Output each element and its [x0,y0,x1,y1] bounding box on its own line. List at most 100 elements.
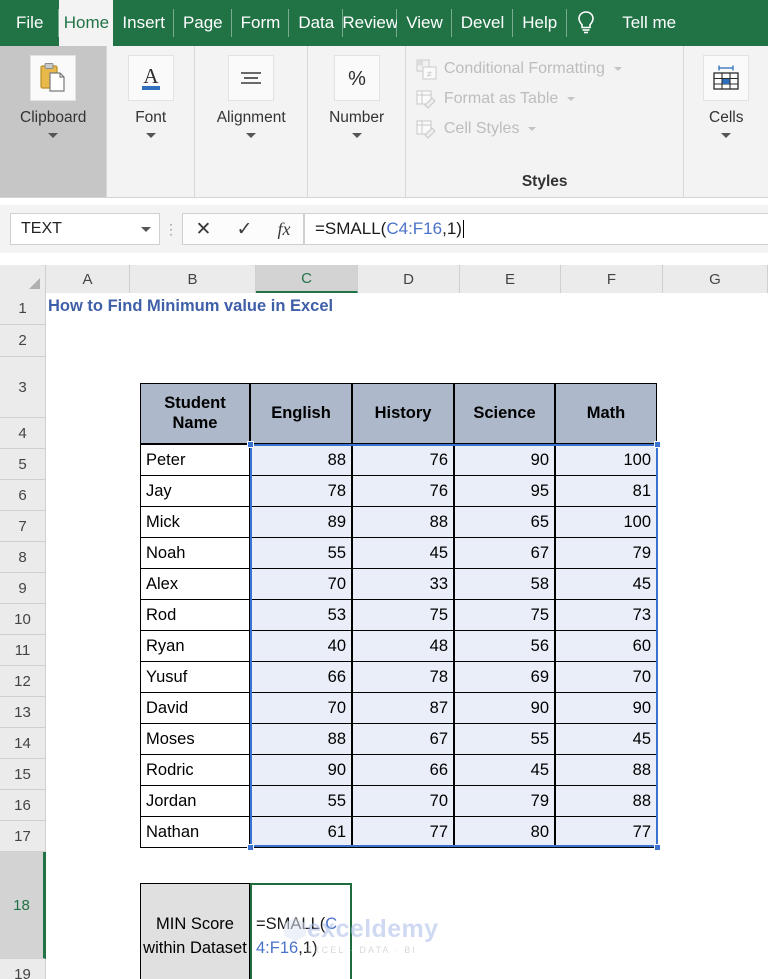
selection-handle-bottom-right[interactable] [654,844,661,851]
select-all-corner[interactable] [0,265,46,293]
row-header-11[interactable]: 11 [0,635,46,666]
table-cell-student-name[interactable]: Rodric [140,754,250,786]
table-cell-score[interactable]: 66 [250,661,352,693]
table-cell-score[interactable]: 58 [454,568,555,600]
selection-handle-top-right[interactable] [654,441,661,448]
table-cell-score[interactable]: 90 [250,754,352,786]
row-header-7[interactable]: 7 [0,511,46,542]
table-cell-student-name[interactable]: Jordan [140,785,250,817]
table-cell-score[interactable]: 65 [454,506,555,538]
table-cell-score[interactable]: 90 [454,444,555,476]
row-header-9[interactable]: 9 [0,573,46,604]
row-header-6[interactable]: 6 [0,480,46,511]
table-cell-score[interactable]: 88 [250,723,352,755]
row-header-8[interactable]: 8 [0,542,46,573]
table-cell-score[interactable]: 90 [555,692,657,724]
ribbon-group-cells[interactable]: Cells [684,46,768,197]
table-cell-score[interactable]: 79 [555,537,657,569]
row-header-14[interactable]: 14 [0,728,46,759]
table-cell-student-name[interactable]: Nathan [140,816,250,848]
table-cell-score[interactable]: 100 [555,444,657,476]
column-header-f[interactable]: F [561,265,663,293]
table-cell-score[interactable]: 70 [250,692,352,724]
chevron-down-icon[interactable] [145,133,156,138]
table-cell-score[interactable]: 95 [454,475,555,507]
table-cell-student-name[interactable]: Ryan [140,630,250,662]
table-cell-score[interactable]: 56 [454,630,555,662]
ribbon-tab-developer[interactable]: Devel [452,0,514,46]
table-header-science[interactable]: Science [454,383,555,444]
ribbon-tab-insert[interactable]: Insert [113,0,174,46]
ribbon-tab-formulas[interactable]: Form [232,0,290,46]
name-box[interactable]: TEXT [10,213,160,245]
fx-icon[interactable]: fx [277,219,290,240]
formula-input[interactable]: =SMALL(C4:F16,1) [304,213,768,245]
lightbulb-icon[interactable] [566,0,606,46]
cell-c18-active[interactable]: =SMALL(C4:F16,1) [250,883,352,979]
chevron-down-icon[interactable] [351,133,362,138]
table-cell-score[interactable]: 78 [250,475,352,507]
table-cell-score[interactable]: 55 [250,785,352,817]
row-header-1[interactable]: 1 [0,293,46,325]
chevron-down-icon[interactable] [141,226,151,232]
chevron-down-icon[interactable] [567,97,576,101]
format-as-table-button[interactable]: Format as Table [416,84,576,114]
ribbon-tab-page-layout[interactable]: Page [174,0,232,46]
cell-styles-button[interactable]: Cell Styles [416,114,537,144]
ribbon-tab-review[interactable]: Review [343,0,398,46]
table-cell-score[interactable]: 81 [555,475,657,507]
table-cell-student-name[interactable]: Moses [140,723,250,755]
table-cell-score[interactable]: 75 [352,599,454,631]
table-cell-score[interactable]: 48 [352,630,454,662]
column-header-d[interactable]: D [358,265,460,293]
table-cell-student-name[interactable]: Jay [140,475,250,507]
row-header-19[interactable]: 19 [0,959,46,979]
tell-me-button[interactable]: Tell me [606,0,685,46]
column-header-a[interactable]: A [46,265,130,293]
ribbon-tab-data[interactable]: Data [289,0,344,46]
chevron-down-icon[interactable] [48,133,59,138]
chevron-down-icon[interactable] [246,133,257,138]
column-header-c[interactable]: C [256,265,358,293]
table-cell-student-name[interactable]: Rod [140,599,250,631]
table-cell-score[interactable]: 88 [352,506,454,538]
selection-handle-bottom-left[interactable] [247,844,254,851]
column-header-g[interactable]: G [663,265,768,293]
row-header-5[interactable]: 5 [0,449,46,480]
clipboard-icon[interactable] [30,55,77,101]
table-cell-score[interactable]: 100 [555,506,657,538]
table-cell-score[interactable]: 45 [352,537,454,569]
column-header-e[interactable]: E [460,265,561,293]
selection-handle-top-left[interactable] [247,441,254,448]
table-cell-score[interactable]: 66 [352,754,454,786]
table-header-math[interactable]: Math [555,383,657,444]
table-cell-score[interactable]: 77 [352,816,454,848]
row-header-15[interactable]: 15 [0,759,46,790]
table-cell-score[interactable]: 45 [555,568,657,600]
formula-bar-grip[interactable]: ⋮ [160,222,182,236]
table-cell-score[interactable]: 87 [352,692,454,724]
table-cell-score[interactable]: 75 [454,599,555,631]
table-cell-score[interactable]: 45 [454,754,555,786]
ribbon-tab-file[interactable]: File [0,0,60,46]
table-cell-student-name[interactable]: Peter [140,444,250,476]
ribbon-tab-view[interactable]: View [397,0,452,46]
table-cell-student-name[interactable]: Alex [140,568,250,600]
row-header-13[interactable]: 13 [0,697,46,728]
table-header-english[interactable]: English [250,383,352,444]
percent-icon[interactable]: % [333,55,380,101]
row-header-2[interactable]: 2 [0,325,46,357]
table-cell-score[interactable]: 61 [250,816,352,848]
ribbon-group-number[interactable]: % Number [308,46,406,197]
row-header-10[interactable]: 10 [0,604,46,635]
row-header-16[interactable]: 16 [0,790,46,821]
table-cell-student-name[interactable]: David [140,692,250,724]
ribbon-group-font[interactable]: A Font [107,46,195,197]
table-cell-score[interactable]: 70 [555,661,657,693]
ribbon-group-clipboard[interactable]: Clipboard [0,46,108,197]
table-cell-score[interactable]: 55 [250,537,352,569]
column-header-b[interactable]: B [130,265,256,293]
table-header-student-name[interactable]: Student Name [140,383,250,444]
table-cell-student-name[interactable]: Mick [140,506,250,538]
table-header-history[interactable]: History [352,383,454,444]
